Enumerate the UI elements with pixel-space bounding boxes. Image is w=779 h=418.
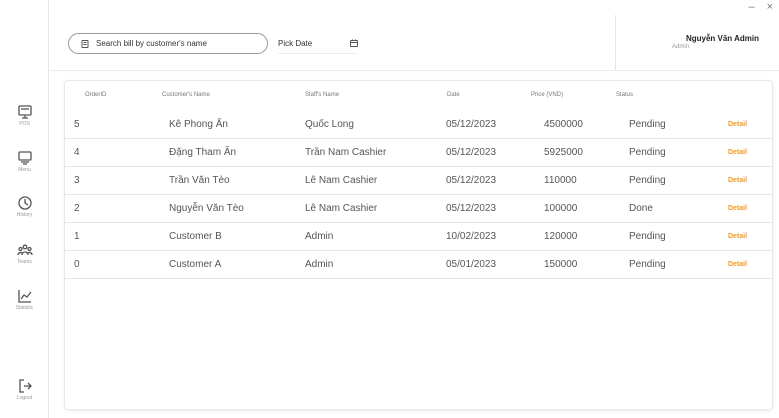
minimize-button[interactable]: – [748, 1, 754, 13]
customer-name: Đặng Tham Ăn [169, 147, 237, 158]
order-status: Done [629, 203, 653, 214]
detail-link[interactable]: Detail [728, 149, 747, 156]
order-date: 05/12/2023 [446, 147, 497, 158]
sidebar-item-teams[interactable]: Teams [0, 242, 49, 265]
table-body: 5 Kê Phong Ẩn Quốc Long 05/12/2023 45000… [65, 111, 772, 279]
staff-name: Quốc Long [305, 119, 354, 130]
table-row[interactable]: 3 Trần Văn Tèo Lê Nam Cashier 05/12/2023… [65, 167, 772, 195]
order-price: 100000 [544, 203, 578, 214]
column-header-customer: Customer's Name [162, 92, 210, 98]
detail-link[interactable]: Detail [728, 233, 747, 240]
pos-icon [17, 105, 32, 119]
statistic-icon [17, 290, 32, 303]
logout-button[interactable]: Logout [0, 378, 49, 401]
table-row[interactable]: 4 Đặng Tham Ăn Trần Nam Cashier 05/12/20… [65, 139, 772, 167]
sidebar-item-label: POS [19, 121, 30, 127]
column-header-date: Date [447, 92, 460, 98]
window-controls: – × [748, 1, 773, 13]
sidebar-item-label: Teams [17, 259, 32, 265]
order-price: 4500000 [544, 119, 583, 130]
sidebar-item-menu[interactable]: Menu [0, 150, 49, 173]
order-status: Pending [629, 231, 666, 242]
history-icon [17, 196, 32, 210]
bill-icon [81, 39, 89, 48]
table-header: OrderID Customer's Name Staff's Name Dat… [65, 81, 772, 113]
detail-link[interactable]: Detail [728, 121, 747, 128]
search-box[interactable] [68, 33, 268, 54]
order-status: Pending [629, 119, 666, 130]
staff-name: Lê Nam Cashier [305, 175, 378, 186]
logout-icon [18, 379, 32, 393]
table-row[interactable]: 2 Nguyễn Văn Tèo Lê Nam Cashier 05/12/20… [65, 195, 772, 223]
sidebar: POS Menu History Teams Statistic Logout [0, 0, 49, 418]
column-header-status: Status [616, 92, 634, 98]
sidebar-item-pos[interactable]: POS [0, 104, 49, 127]
sidebar-item-label: Menu [18, 167, 31, 173]
close-button[interactable]: × [767, 1, 773, 13]
customer-name: Customer A [169, 259, 222, 270]
order-date: 05/12/2023 [446, 175, 497, 186]
date-picker-label: Pick Date [278, 38, 313, 48]
sidebar-item-label: History [16, 212, 33, 218]
order-id: 0 [74, 259, 80, 270]
staff-name: Lê Nam Cashier [305, 203, 378, 214]
sidebar-item-statistic[interactable]: Statistic [0, 288, 49, 311]
calendar-icon[interactable] [350, 39, 358, 47]
order-id: 3 [74, 175, 80, 186]
sidebar-item-label: Statistic [15, 305, 34, 311]
table-row[interactable]: 1 Customer B Admin 10/02/2023 120000 Pen… [65, 223, 772, 251]
order-date: 10/02/2023 [446, 231, 497, 242]
bill-table: OrderID Customer's Name Staff's Name Dat… [64, 80, 773, 410]
staff-name: Admin [305, 259, 334, 270]
header: Pick Date Nguyễn Văn Admin Admin [50, 15, 779, 70]
customer-name: Trần Văn Tèo [169, 175, 230, 186]
customer-name: Kê Phong Ẩn [169, 119, 228, 130]
header-divider [50, 70, 779, 71]
order-id: 2 [74, 203, 80, 214]
detail-link[interactable]: Detail [728, 177, 747, 184]
order-id: 1 [74, 231, 80, 242]
order-price: 150000 [544, 259, 578, 270]
sidebar-item-history[interactable]: History [0, 195, 49, 218]
order-id: 5 [74, 119, 80, 130]
menu-icon [17, 151, 32, 165]
staff-name: Admin [305, 231, 334, 242]
order-date: 05/12/2023 [446, 203, 497, 214]
order-date: 05/01/2023 [446, 259, 497, 270]
search-input[interactable] [96, 39, 256, 48]
order-price: 120000 [544, 231, 578, 242]
order-price: 5925000 [544, 147, 583, 158]
column-header-staff: Staff's Name [305, 92, 340, 98]
column-header-price: Price (VND) [531, 92, 564, 98]
detail-link[interactable]: Detail [728, 205, 747, 212]
order-date: 05/12/2023 [446, 119, 497, 130]
order-price: 110000 [544, 175, 577, 186]
column-header-order-id: OrderID [85, 92, 107, 98]
detail-link[interactable]: Detail [728, 261, 747, 268]
user-profile: Nguyễn Văn Admin Admin [615, 15, 779, 70]
table-row[interactable]: 0 Customer A Admin 05/01/2023 150000 Pen… [65, 251, 772, 279]
staff-name: Trần Nam Cashier [305, 147, 387, 158]
order-id: 4 [74, 147, 80, 158]
order-status: Pending [629, 147, 666, 158]
order-status: Pending [629, 259, 666, 270]
customer-name: Nguyễn Văn Tèo [169, 203, 244, 214]
teams-icon [16, 244, 33, 256]
logout-label: Logout [16, 395, 33, 401]
user-name: Nguyễn Văn Admin [685, 34, 759, 43]
user-role: Admin [672, 44, 690, 50]
order-status: Pending [629, 175, 666, 186]
date-picker[interactable]: Pick Date [278, 33, 358, 54]
table-row[interactable]: 5 Kê Phong Ẩn Quốc Long 05/12/2023 45000… [65, 111, 772, 139]
customer-name: Customer B [169, 231, 222, 242]
